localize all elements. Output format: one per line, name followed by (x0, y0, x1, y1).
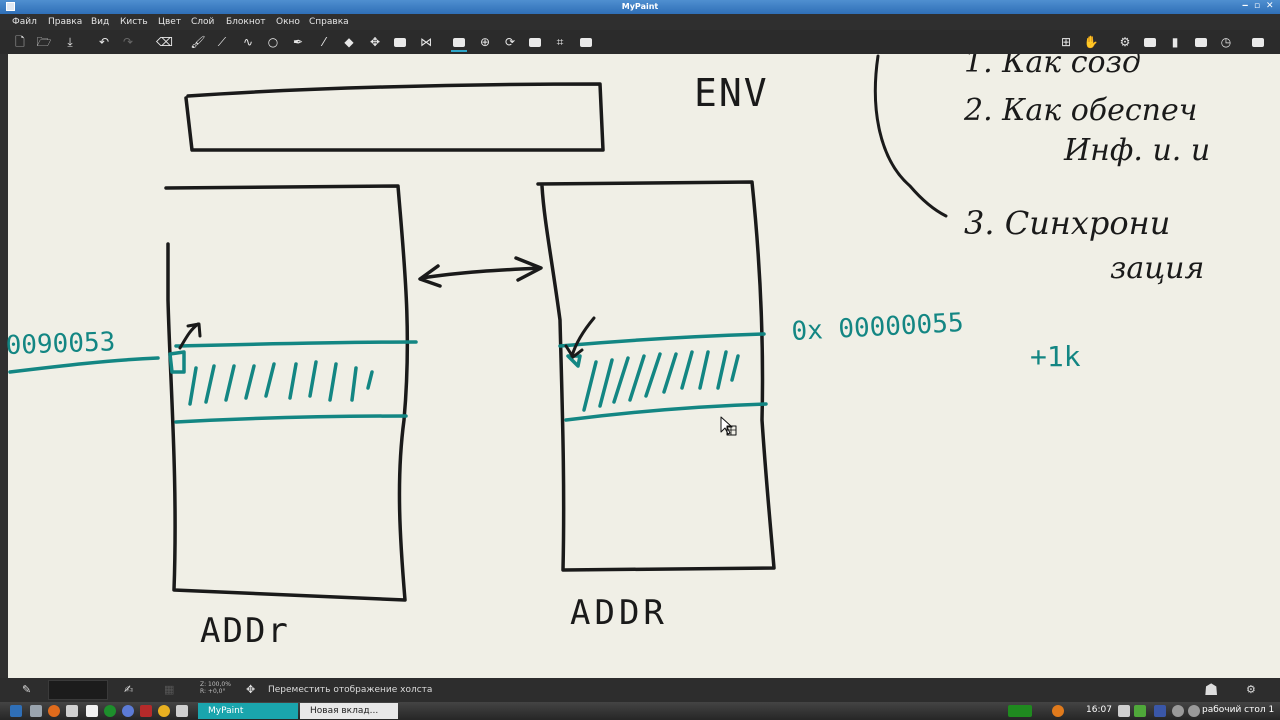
menu-edit[interactable]: Правка (48, 17, 82, 27)
panel-icon-2[interactable] (1193, 34, 1209, 50)
zoom-icon[interactable]: ⊕ (477, 34, 493, 50)
fill-icon[interactable]: ◆ (341, 34, 357, 50)
zoom-rotation-readout: Z: 100,0% R: +0,0° (200, 681, 231, 695)
pen-icon[interactable]: ✒ (290, 34, 306, 50)
redo-icon[interactable]: ↷ (120, 34, 136, 50)
desktop-switcher[interactable]: рабочий стол 1 (1202, 705, 1274, 715)
menu-bar: Файл Правка Вид Кисть Цвет Слой Блокнот … (0, 14, 1280, 30)
note-2b: Инф. и. и (1063, 133, 1210, 168)
divider-curve (873, 54, 948, 218)
save-icon[interactable]: ⤓ (62, 34, 78, 50)
start-menu-icon[interactable] (10, 705, 22, 717)
zoom-readout: Z: 100,0% (200, 681, 231, 688)
brush-preview[interactable] (48, 680, 108, 700)
note-3b: зация (1110, 251, 1204, 286)
env-label: ENV (694, 71, 769, 115)
eraser-icon[interactable]: ⌫ (156, 34, 173, 50)
minimize-button[interactable]: ‒ (1242, 1, 1248, 11)
addr-value-left: 0090053 (5, 327, 116, 361)
pan-icon[interactable] (451, 34, 467, 52)
note-2: 2. Как обеспеч (963, 93, 1197, 128)
menu-window[interactable]: Окно (276, 17, 300, 27)
files-icon[interactable] (30, 705, 42, 717)
symmetry-icon[interactable]: ⋈ (418, 34, 434, 50)
edit-brush-icon[interactable]: ✍ (124, 683, 133, 696)
language-flag-icon[interactable] (1154, 705, 1166, 717)
new-icon[interactable]: 🗋 (12, 34, 28, 50)
cpu-monitor (1008, 705, 1032, 717)
undo-icon[interactable]: ↶ (96, 34, 112, 50)
trash-icon[interactable]: ▮ (1167, 34, 1183, 50)
chrome-icon[interactable] (158, 705, 170, 717)
fox-icon[interactable]: ☗ (1204, 680, 1218, 699)
tray-icon-1[interactable] (1118, 705, 1130, 717)
env-box (184, 82, 605, 152)
window-title: MyPaint (621, 2, 659, 11)
drawing-canvas[interactable]: ENV 0090053 0x 00000055 +1k ADDr ADDR 1.… (0, 54, 1280, 678)
line-icon[interactable]: ⟋ (214, 34, 230, 50)
addr-value-right: 0x 00000055 (791, 308, 965, 347)
brush-icon[interactable]: 🖌 (190, 34, 206, 50)
move-icon[interactable]: ✥ (367, 34, 383, 50)
window-icon[interactable] (176, 705, 188, 717)
ellipse-icon[interactable]: ○ (265, 34, 281, 50)
open-icon[interactable]: 🗁 (36, 34, 52, 50)
clock[interactable]: 16:07 (1086, 705, 1112, 715)
task-new-tab[interactable]: Новая вклад... (300, 703, 398, 719)
title-bar: MyPaint ‒ ▫ ✕ (0, 0, 1280, 14)
gear-icon[interactable]: ⚙ (1117, 34, 1133, 50)
flip-icon[interactable] (527, 34, 543, 50)
panel-icon[interactable] (1142, 34, 1158, 50)
lock-icon[interactable]: ▦ (164, 683, 174, 696)
status-bar: ✎ ✍ ▦ Z: 100,0% R: +0,0° ✥ Переместить о… (0, 678, 1280, 702)
maximize-button[interactable]: ▫ (1254, 1, 1260, 11)
right-region (558, 332, 768, 422)
hand-icon[interactable]: ✋ (1083, 34, 1099, 50)
gamepad-icon[interactable]: ⊞ (1058, 34, 1074, 50)
layer-icon[interactable] (578, 34, 594, 50)
status-message: Переместить отображение холста (268, 685, 433, 695)
taskbar: MyPaint Новая вклад... 16:07 рабочий сто… (0, 702, 1280, 720)
menu-scratchpad[interactable]: Блокнот (226, 17, 266, 27)
pan-cursor-icon (720, 416, 737, 436)
frame-icon[interactable] (392, 34, 408, 50)
offset-label: +1k (1030, 340, 1081, 373)
note-3: 3. Синхрони (964, 204, 1170, 242)
clock-icon[interactable]: ◷ (1218, 34, 1234, 50)
left-memory-block (164, 184, 410, 602)
firefox-icon[interactable] (48, 705, 60, 717)
task-mypaint[interactable]: MyPaint (198, 703, 298, 719)
rotation-readout: R: +0,0° (200, 688, 226, 695)
volume-icon[interactable] (1172, 705, 1184, 717)
updates-icon[interactable] (1052, 705, 1064, 717)
settings-status-icon[interactable]: ⚙ (1246, 683, 1256, 696)
panel-icon-3[interactable] (1250, 34, 1266, 50)
addr-label-left: ADDr (200, 611, 290, 651)
network-icon[interactable] (1188, 705, 1200, 717)
tray-icon-2[interactable] (1134, 705, 1146, 717)
document-icon[interactable] (86, 705, 98, 717)
right-memory-block (536, 180, 776, 572)
addr-label-right: ADDR (570, 593, 668, 633)
color-picker-icon[interactable]: ⁄ (316, 34, 332, 50)
move-status-icon: ✥ (246, 683, 256, 696)
browser-icon[interactable] (104, 705, 116, 717)
rotate-icon[interactable]: ⟳ (502, 34, 518, 50)
chat-icon[interactable] (122, 705, 134, 717)
brush-status-icon[interactable]: ✎ (22, 683, 31, 696)
menu-help[interactable]: Справка (309, 17, 349, 27)
menu-layer[interactable]: Слой (191, 17, 214, 27)
crop-icon[interactable]: ⌗ (552, 34, 568, 50)
menu-color[interactable]: Цвет (158, 17, 181, 27)
toolbar: 🗋 🗁 ⤓ ↶ ↷ ⌫ 🖌 ⟋ ∿ ○ ✒ ⁄ ◆ ✥ ⋈ ⊕ ⟳ ⌗ ⊞ ✋ … (0, 30, 1280, 54)
note-1: 1. Как созд (964, 54, 1141, 80)
text-editor-icon[interactable] (66, 705, 78, 717)
curve-icon[interactable]: ∿ (240, 34, 256, 50)
menu-brush[interactable]: Кисть (120, 17, 148, 27)
close-button[interactable]: ✕ (1266, 1, 1274, 11)
media-icon[interactable] (140, 705, 152, 717)
menu-view[interactable]: Вид (91, 17, 109, 27)
sketch-layer: ENV 0090053 0x 00000055 +1k ADDr ADDR 1.… (5, 54, 1210, 651)
menu-file[interactable]: Файл (12, 17, 37, 27)
